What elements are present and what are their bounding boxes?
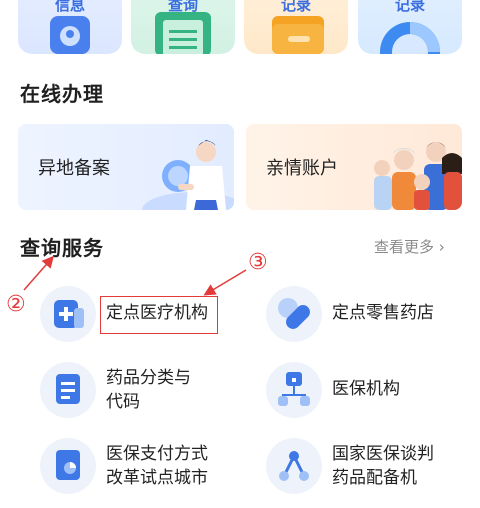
family-account-card[interactable]: 亲情账户 [246,124,462,210]
service-label: 定点零售药店 [332,303,434,323]
service-label: 医保机构 [332,379,400,399]
highlight-box [100,296,218,334]
info-card[interactable]: 信息 [18,0,122,54]
online-section-title: 在线办理 [20,82,104,106]
wallet-icon [272,16,324,54]
see-more-link[interactable]: 查看更多 › [374,236,445,257]
service-label-line2: 改革试点城市 [106,468,208,488]
service-designated-pharmacies[interactable]: 定点零售药店 [266,286,466,356]
network-nodes-icon [266,438,322,494]
service-label: 国家医保谈判 [332,444,434,464]
family-illustration [374,142,462,210]
see-more-label: 查看更多 [374,238,435,256]
record-card-2[interactable]: 记录 [358,0,462,54]
service-label-line2: 代码 [106,392,140,412]
service-negotiated-drug-institutions[interactable]: 国家医保谈判 药品配备机 [266,438,476,508]
top-category-row: 信息 查询 记录 记录 [18,0,462,58]
person-holding-globe-illustration [142,140,234,210]
medical-cross-icon [40,286,96,342]
query-card[interactable]: 查询 [131,0,235,54]
annotation-three: ③ [248,250,268,275]
annotation-two: ② [6,292,26,317]
pill-icon [266,286,322,342]
service-medical-insurance-agencies[interactable]: 医保机构 [266,362,466,432]
service-label-line2: 药品配备机 [332,468,417,488]
query-section-title: 查询服务 [20,236,104,260]
user-search-icon [50,16,90,54]
record-card-1[interactable]: 记录 [244,0,348,54]
service-label: 药品分类与 [106,368,191,388]
pie-chart-icon [380,22,440,54]
service-payment-reform-pilot-cities[interactable]: 医保支付方式 改革试点城市 [40,438,240,508]
service-label: 医保支付方式 [106,444,208,464]
document-list-icon [40,362,96,418]
org-chart-icon [266,362,322,418]
service-drug-classification[interactable]: 药品分类与 代码 [40,362,240,432]
chevron-right-icon: › [438,238,445,256]
clipboard-icon [155,12,211,54]
chart-report-icon [40,438,96,494]
remote-filing-card[interactable]: 异地备案 [18,124,234,210]
